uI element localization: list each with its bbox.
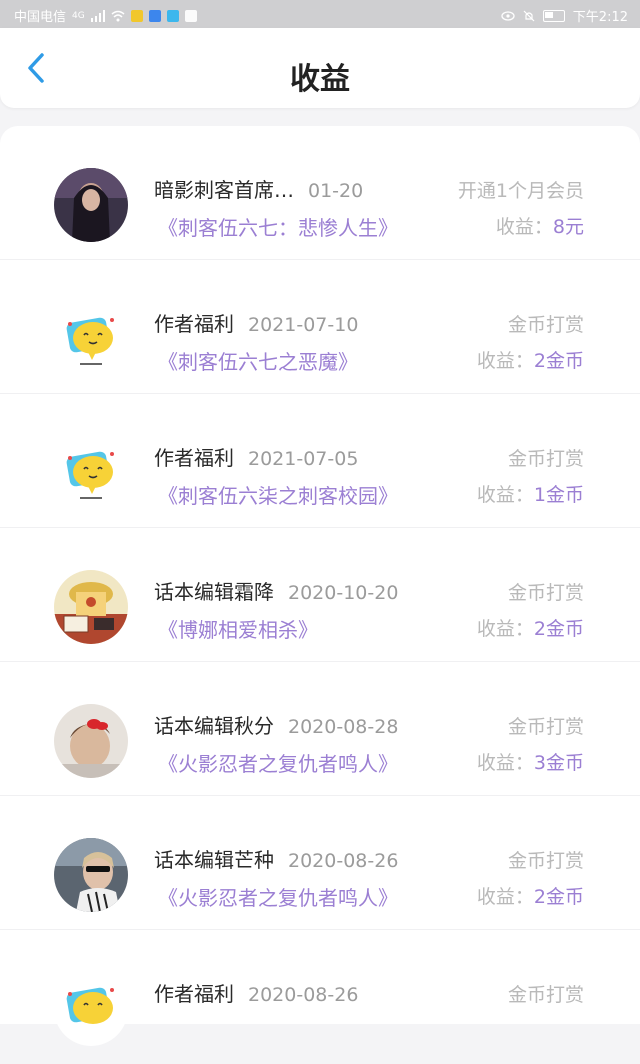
sender-name: 作者福利 2021-07-10 bbox=[154, 312, 359, 336]
reward-type: 金币打赏 bbox=[507, 716, 584, 738]
list-item[interactable]: 话本编辑芒种 2020-08-26 金币打赏 《火影忍者之复仇者鸣人》 收益：2金… bbox=[0, 796, 640, 930]
signal-label: 4G bbox=[72, 10, 85, 21]
signal-icon bbox=[90, 9, 105, 22]
sender-name: 话本编辑秋分 2020-08-28 bbox=[154, 714, 399, 738]
book-title-link[interactable]: 《博娜相爱相杀》 bbox=[158, 614, 318, 643]
earning-amount: 收益：8元 bbox=[495, 216, 584, 238]
page-title: 收益 bbox=[290, 62, 350, 97]
book-title-link[interactable]: 《火影忍者之复仇者鸣人》 bbox=[158, 882, 398, 911]
mute-bell-icon bbox=[523, 10, 535, 21]
book-title-link[interactable]: 《刺客伍六七之恶魔》 bbox=[158, 346, 358, 375]
reward-type: 金币打赏 bbox=[507, 314, 584, 336]
book-title-link[interactable]: 《刺客伍六柒之刺客校园》 bbox=[158, 480, 398, 509]
app-header: 收益 bbox=[0, 28, 640, 108]
avatar bbox=[54, 704, 128, 778]
list-item[interactable]: 话本编辑秋分 2020-08-28 金币打赏 《火影忍者之复仇者鸣人》 收益：3金… bbox=[0, 662, 640, 796]
status-right: 下午2:12 bbox=[501, 6, 628, 25]
reward-type: 开通1个月会员 bbox=[457, 180, 584, 202]
book-title-link[interactable]: 《火影忍者之复仇者鸣人》 bbox=[158, 748, 398, 777]
date-label: 2020-08-26 bbox=[288, 850, 399, 872]
date-label: 2021-07-05 bbox=[248, 448, 359, 470]
date-label: 01-20 bbox=[308, 180, 364, 202]
battery-icon bbox=[542, 9, 565, 22]
date-label: 2020-08-26 bbox=[248, 984, 359, 1006]
sender-name: 暗影刺客首席… 01-20 bbox=[154, 178, 364, 202]
date-label: 2021-07-10 bbox=[248, 314, 359, 336]
wifi-icon bbox=[111, 10, 125, 21]
sender-name: 话本编辑霜降 2020-10-20 bbox=[154, 580, 399, 604]
carrier-label: 中国电信 bbox=[14, 10, 67, 25]
eye-icon bbox=[501, 10, 515, 21]
list-item[interactable]: 话本编辑霜降 2020-10-20 金币打赏 《博娜相爱相杀》 收益：2金币 bbox=[0, 528, 640, 662]
sender-name: 作者福利 2020-08-26 bbox=[154, 982, 359, 1006]
earnings-list: 暗影刺客首席…01-20 开通1个月会员 《刺客伍六七：悲惨人生》 收益：8元 bbox=[0, 126, 640, 1046]
earning-amount: 收益：1金币 bbox=[476, 484, 584, 506]
avatar bbox=[54, 302, 128, 376]
app-notification-icon bbox=[130, 9, 143, 22]
avatar bbox=[54, 972, 128, 1046]
app-notification-icon bbox=[166, 9, 179, 22]
avatar bbox=[54, 570, 128, 644]
status-bar: 中国电信 4G 下午2:12 bbox=[0, 0, 640, 28]
reward-type: 金币打赏 bbox=[507, 582, 584, 604]
book-title-link[interactable]: 《刺客伍六七：悲惨人生》 bbox=[158, 212, 398, 241]
earning-amount: 收益：2金币 bbox=[476, 886, 584, 908]
date-label: 2020-10-20 bbox=[288, 582, 399, 604]
sender-name: 话本编辑芒种 2020-08-26 bbox=[154, 848, 399, 872]
earning-amount: 收益：2金币 bbox=[476, 350, 584, 372]
status-left: 中国电信 4G bbox=[14, 6, 197, 25]
reward-type: 金币打赏 bbox=[507, 984, 584, 1006]
clock-label: 下午2:12 bbox=[572, 10, 628, 25]
sender-name: 作者福利 2021-07-05 bbox=[154, 446, 359, 470]
reward-type: 金币打赏 bbox=[507, 448, 584, 470]
earning-amount: 收益：2金币 bbox=[476, 618, 584, 640]
avatar bbox=[54, 168, 128, 242]
date-label: 2020-08-28 bbox=[288, 716, 399, 738]
reward-type: 金币打赏 bbox=[507, 850, 584, 872]
earning-amount: 收益：3金币 bbox=[476, 752, 584, 774]
list-item[interactable]: 作者福利 2020-08-26 金币打赏 bbox=[0, 930, 640, 1064]
list-item[interactable]: 暗影刺客首席… 01-20 开通1个月会员 《刺客伍六七：悲惨人生》 收益：8元 bbox=[0, 126, 640, 260]
app-notification-icon bbox=[148, 9, 161, 22]
list-item[interactable]: 作者福利 2021-07-10 金币打赏 《刺客伍六七之恶魔》 收益：2金币 bbox=[0, 260, 640, 394]
avatar bbox=[54, 436, 128, 510]
list-item[interactable]: 作者福利 2021-07-05 金币打赏 《刺客伍六柒之刺客校园》 收益：1金币 bbox=[0, 394, 640, 528]
avatar bbox=[54, 838, 128, 912]
app-notification-icon bbox=[184, 9, 197, 22]
